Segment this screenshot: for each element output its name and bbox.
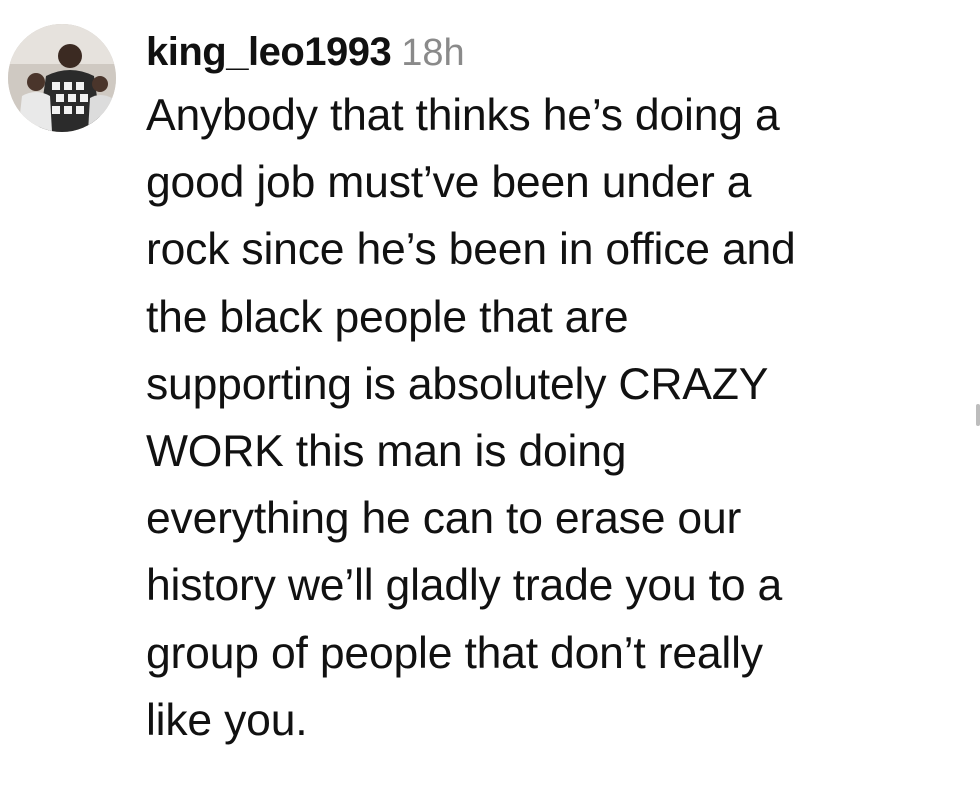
comment-text-line: good job must’ve been under a <box>146 158 752 208</box>
comment-text: Anybody that thinks he’s doing a good jo… <box>146 82 966 754</box>
comment-text-line: group of people that don’t really <box>146 628 763 678</box>
comment-text-line: WORK this man is doing <box>146 427 627 477</box>
comment-text-line: the black people that are <box>146 292 629 342</box>
avatar[interactable] <box>8 24 116 132</box>
comment-text-line: supporting is absolutely CRAZY <box>146 359 769 409</box>
comment-header: king_leo1993 18h <box>146 30 966 78</box>
comment-text-line: everything he can to erase our <box>146 494 742 544</box>
profile-photo-icon <box>8 24 116 132</box>
comment-text-line: like you. <box>146 695 308 745</box>
edge-indicator <box>976 404 980 426</box>
comment-text-line: history we’ll gladly trade you to a <box>146 561 783 611</box>
timestamp: 18h <box>401 32 465 74</box>
comment-item: king_leo1993 18h Anybody that thinks he’… <box>0 0 980 794</box>
comment-content: king_leo1993 18h Anybody that thinks he’… <box>146 30 966 754</box>
comment-text-line: Anybody that thinks he’s doing a <box>146 91 780 140</box>
comment-text-line: rock since he’s been in office and <box>146 225 796 275</box>
username[interactable]: king_leo1993 <box>146 30 392 75</box>
